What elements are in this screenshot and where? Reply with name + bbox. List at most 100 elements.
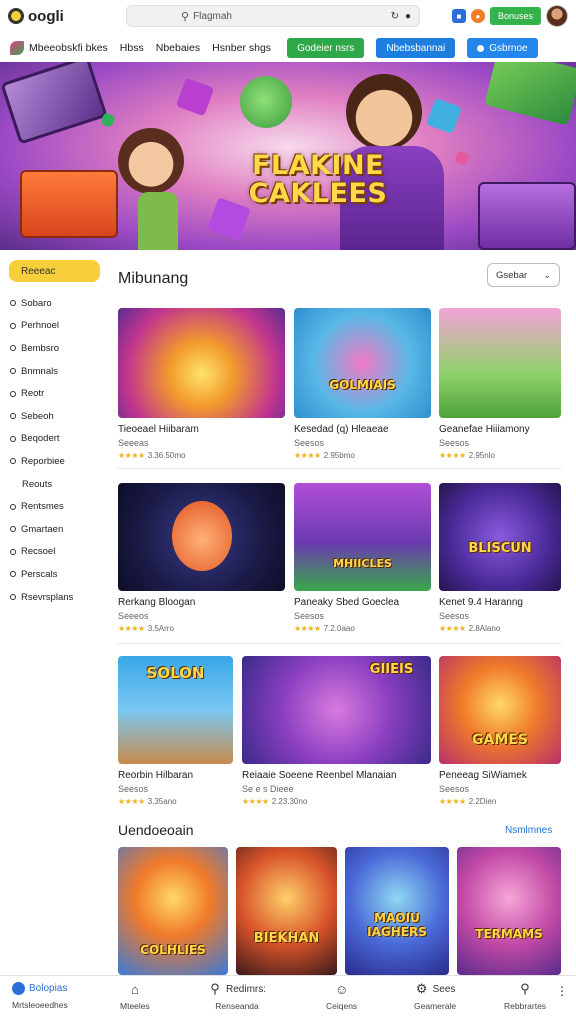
- bottom-nav-sub: Rebbrartes: [504, 1001, 547, 1011]
- game-card[interactable]: TERMAMS: [457, 847, 561, 975]
- blue-square-icon[interactable]: ■: [451, 9, 466, 23]
- star-icon: ★★★★: [118, 451, 145, 460]
- sidebar-item[interactable]: Rsevrsplans: [0, 586, 106, 609]
- sidebar-item[interactable]: Beqodert: [0, 428, 106, 451]
- bottom-nav-item[interactable]: ☺ Ceiqens: [326, 981, 357, 1012]
- sidebar-item[interactable]: Gmartaen: [0, 518, 106, 541]
- bottom-nav-item[interactable]: ⚲ Rebbrartes: [504, 981, 547, 1011]
- nav-link[interactable]: Hbss: [120, 42, 144, 54]
- logo[interactable]: oogli: [8, 8, 118, 25]
- search-input[interactable]: Flagmah: [193, 11, 385, 22]
- section-title: Mibunang: [118, 270, 189, 287]
- bottom-nav-item[interactable]: ⚙ Sees Geamerale: [414, 981, 456, 1011]
- game-card[interactable]: GOLMIAIS Kesedad (q) Hleaeae Seesos ★★★★…: [294, 308, 431, 460]
- divider: [118, 643, 561, 644]
- sidebar-item[interactable]: Reotr: [0, 382, 106, 405]
- sidebar-item[interactable]: Recsoel: [0, 541, 106, 564]
- rating-text: 7.2.0aao: [323, 624, 355, 633]
- sidebar-item[interactable]: Reouts: [0, 473, 106, 496]
- sidebar-item[interactable]: Perhnoel: [0, 315, 106, 338]
- game-card[interactable]: Geanefae Hiiiamony Seesos ★★★★ 2.95nlo: [439, 308, 561, 460]
- sidebar-item-label: Bnmnals: [21, 365, 58, 377]
- gift-box-image: [20, 170, 118, 238]
- game-card[interactable]: MAOIU IAGHERS: [345, 847, 449, 975]
- see-all-link[interactable]: Nsmlmnes: [505, 825, 552, 836]
- leaf-icon: [10, 41, 24, 55]
- dot-icon: [477, 44, 485, 52]
- game-card[interactable]: BIEKHAN: [236, 847, 337, 975]
- sort-dropdown[interactable]: Gsebar ⌄: [487, 263, 560, 287]
- refresh-icon[interactable]: ↻: [391, 11, 399, 22]
- card-rating: ★★★★ 3.35ano: [118, 797, 233, 806]
- sidebar-item-active[interactable]: Reeeac: [9, 260, 100, 282]
- search-bar[interactable]: ⚲ Flagmah ↻ ●: [126, 5, 420, 27]
- game-card[interactable]: GAMES Peneeag SiWiamek Seesos ★★★★ 2.2Die…: [439, 656, 561, 806]
- bottom-nav-sub: Mrtsleoeedhes: [12, 1000, 68, 1010]
- game-card[interactable]: SOLON Reorbin Hilbaran Seesos ★★★★ 3.35an…: [118, 656, 233, 806]
- nav-brand[interactable]: Mbeeobskfi bkes: [10, 41, 108, 55]
- sidebar-item-label: Rsevrsplans: [21, 591, 74, 603]
- card-rating: ★★★★ 3.5Arro: [118, 624, 285, 633]
- rating-text: 3.36.50mo: [147, 451, 186, 460]
- sidebar-item[interactable]: Sobaro: [0, 292, 106, 315]
- game-thumbnail: COLHLIES: [118, 847, 228, 975]
- game-card[interactable]: BLISCUN Kenet 9.4 Haranng Seesos ★★★★ 2.8…: [439, 483, 561, 633]
- rating-text: 3.35ano: [147, 797, 177, 806]
- game-thumbnail: GIIEIS: [242, 656, 431, 764]
- sidebar-item-label: Rentsmes: [21, 501, 64, 513]
- card-title: Reiaaie Soeene Reenbel Mlanaian: [242, 770, 397, 781]
- sidebar-item-label: Gmartaen: [21, 523, 64, 535]
- card-rating: ★★★★ 2.95nlo: [439, 451, 561, 460]
- game-card[interactable]: COLHLIES: [118, 847, 228, 975]
- card-subtitle: Seesos: [294, 611, 325, 621]
- sidebar-item[interactable]: Perscals: [0, 563, 106, 586]
- game-card[interactable]: Tieoeael Hiibaram Seeeas ★★★★ 3.36.50mo: [118, 308, 285, 460]
- card-title: Geanefae Hiiiamony: [439, 424, 530, 435]
- sidebar-item[interactable]: Bembsro: [0, 337, 106, 360]
- thumb-label: BIEKHAN: [253, 931, 320, 946]
- nav-button-blue-2[interactable]: Gsbrnoe: [467, 38, 538, 58]
- nav-button-blue[interactable]: Nbebsbannai: [376, 38, 456, 58]
- game-thumbnail: MAOIU IAGHERS: [345, 847, 449, 975]
- bottom-nav-label: Bolopias: [29, 983, 68, 994]
- game-thumbnail: [118, 308, 285, 418]
- kid-shirt-image: [138, 192, 178, 250]
- sort-label: Gsebar: [496, 269, 528, 281]
- avatar[interactable]: [546, 5, 568, 27]
- bullet-icon: [10, 368, 16, 375]
- game-card[interactable]: MHIICLES Paneaky Sbed Goeclea Seesos ★★★…: [294, 483, 431, 633]
- cube-image: [175, 77, 215, 117]
- sidebar-item-label: Sebeoh: [21, 410, 54, 422]
- sidebar-item[interactable]: Reporbiee: [0, 450, 106, 473]
- chevron-down-icon: ⌄: [543, 269, 551, 280]
- hero-banner[interactable]: FLAKINE CAKLEES: [0, 62, 576, 250]
- sidebar-item[interactable]: Bnmnals: [0, 360, 106, 383]
- orange-circle-icon[interactable]: ●: [470, 9, 485, 23]
- dot-icon[interactable]: ●: [405, 11, 411, 22]
- cube-image: [100, 112, 116, 128]
- card-title: Paneaky Sbed Goeclea: [294, 597, 400, 608]
- sidebar-item[interactable]: Rentsmes: [0, 495, 106, 518]
- person-icon: ☺: [334, 981, 349, 997]
- search-icon: ⚲: [181, 10, 190, 23]
- bottom-nav-item[interactable]: ⚲ Redimrs: Renseanda: [208, 981, 266, 1011]
- bottom-nav-home[interactable]: Bolopias Mrtsleoeedhes: [12, 982, 68, 1010]
- card-rating: ★★★★ 2.2Dien: [439, 797, 561, 806]
- sidebar-item-label: Recsoel: [21, 546, 56, 558]
- more-icon[interactable]: ⋮: [556, 984, 568, 998]
- rating-text: 2.23.30no: [271, 797, 308, 806]
- nav-button-green[interactable]: Godeier nsrs: [287, 38, 365, 58]
- top-bar: oogli ⚲ Flagmah ↻ ● ■ ● Bonuses: [0, 0, 576, 32]
- star-icon: ★★★★: [242, 797, 269, 806]
- green-creature-image: [240, 76, 292, 128]
- game-card[interactable]: GIIEIS Reiaaie Soeene Reenbel Mlanaian S…: [242, 656, 431, 806]
- nav-link[interactable]: Hsnber shgs: [212, 42, 271, 54]
- bonus-badge[interactable]: Bonuses: [489, 7, 541, 25]
- game-thumbnail: MHIICLES: [294, 483, 431, 591]
- sidebar: Reeeac Sobaro Perhnoel Bembsro Bnmnals R…: [0, 260, 106, 608]
- nav-link[interactable]: Nbebaies: [156, 42, 200, 54]
- game-card[interactable]: Rerkang Bloogan Seeeos ★★★★ 3.5Arro: [118, 483, 285, 633]
- bottom-nav-item[interactable]: ⌂ Mteeles: [120, 982, 150, 1012]
- sidebar-item[interactable]: Sebeoh: [0, 405, 106, 428]
- card-subtitle: Seesos: [439, 784, 470, 794]
